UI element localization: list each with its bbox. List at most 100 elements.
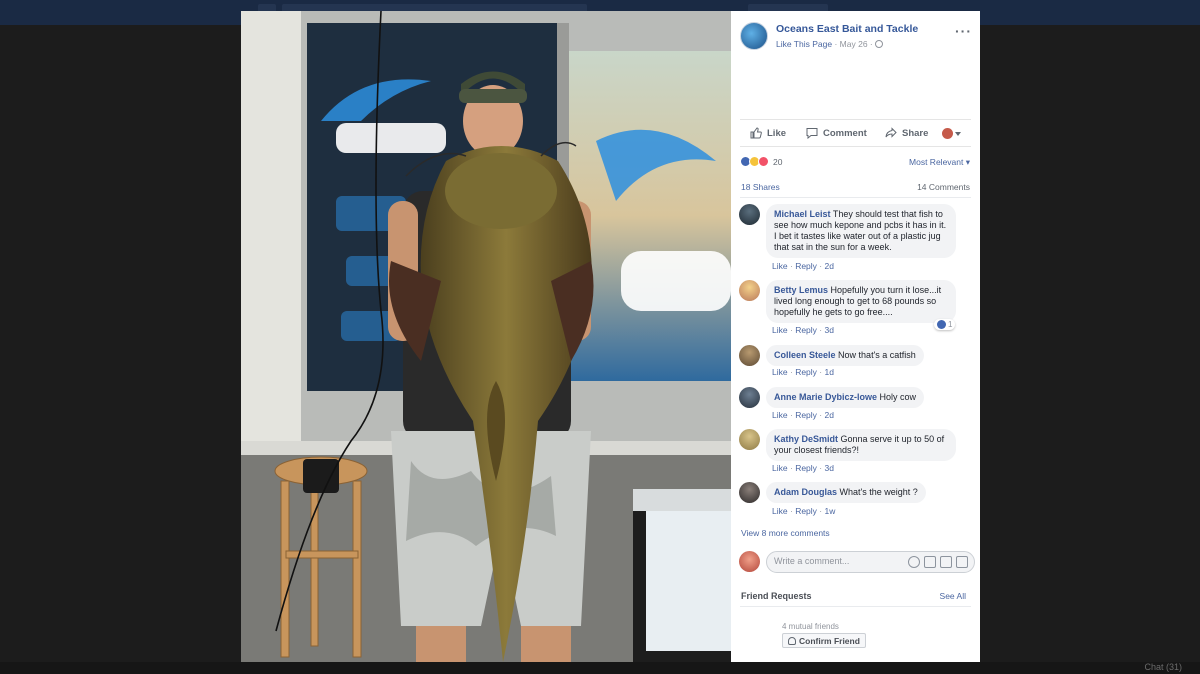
emoji-icon[interactable] [908, 556, 920, 568]
comment-item: Kathy DeSmidt Gonna serve it up to 50 of… [739, 429, 971, 477]
comment-reply-link[interactable]: Reply [795, 367, 817, 377]
commenter-name[interactable]: Michael Leist [774, 209, 831, 219]
comment-actions: Like · Reply · 3d [772, 463, 834, 473]
share-button-label: Share [902, 127, 929, 139]
comment-actions: Like · Reply · 1d [772, 367, 834, 377]
friend-requests-title: Friend Requests [741, 591, 812, 601]
post-side-panel: Oceans East Bait and Tackle Like This Pa… [731, 11, 980, 662]
like-button-label: Like [767, 127, 787, 139]
comment-tools [908, 556, 968, 568]
comment-like-link[interactable]: Like [772, 325, 788, 335]
comment-bubble: Colleen Steele Now that's a catfish [766, 345, 924, 366]
commenter-avatar[interactable] [739, 429, 760, 450]
comment-like-link[interactable]: Like [772, 410, 788, 420]
commenter-avatar[interactable] [739, 280, 760, 301]
comment-text: Now that's a catfish [838, 350, 916, 360]
thumbs-up-icon [750, 127, 762, 139]
comment-like-link[interactable]: Like [772, 463, 788, 473]
view-more-comments-link[interactable]: View 8 more comments [741, 528, 830, 538]
comment-item: Adam Douglas What's the weight ? Like · … [739, 482, 971, 518]
comment-item: Betty Lemus Hopefully you turn it lose..… [739, 280, 971, 338]
comment-like-count: 1 [948, 320, 953, 329]
comment-like-link[interactable]: Like [772, 261, 788, 271]
page-reaction-icon [942, 128, 953, 139]
commenter-name[interactable]: Betty Lemus [774, 285, 828, 295]
share-button[interactable]: Share [885, 127, 928, 139]
comment-actions: Like · Reply · 2d [772, 261, 834, 271]
like-button[interactable]: Like [750, 127, 786, 139]
comment-actions: Like · Reply · 3d [772, 325, 834, 335]
post-date[interactable]: May 26 [840, 39, 868, 49]
comment-input[interactable] [774, 556, 894, 566]
shares-link[interactable]: 18 Shares [741, 182, 780, 192]
comment-bubble: Michael Leist They should test that fish… [766, 204, 956, 258]
more-options-button[interactable]: ··· [955, 23, 972, 39]
comment-time[interactable]: 1w [825, 506, 836, 516]
sort-comments-dropdown[interactable]: Most Relevant ▾ [909, 157, 970, 168]
comments-count[interactable]: 14 Comments [917, 182, 970, 192]
comment-bubble-icon [806, 128, 818, 139]
gif-icon[interactable] [940, 556, 952, 568]
comment-bubble: Betty Lemus Hopefully you turn it lose..… [766, 280, 956, 323]
see-all-link[interactable]: See All [940, 591, 966, 601]
comment-item: Michael Leist They should test that fish… [739, 204, 971, 274]
add-friend-icon [788, 636, 796, 645]
comment-time[interactable]: 3d [825, 325, 834, 335]
comment-actions: Like · Reply · 2d [772, 410, 834, 420]
camera-icon[interactable] [924, 556, 936, 568]
post-header: Oceans East Bait and Tackle Like This Pa… [740, 21, 972, 55]
comment-bubble: Anne Marie Dybicz-lowe Holy cow [766, 387, 925, 408]
divider [740, 606, 971, 607]
love-reaction-icon [758, 156, 769, 167]
comment-like-link[interactable]: Like [772, 367, 788, 377]
comment-bubble: Kathy DeSmidt Gonna serve it up to 50 of… [766, 429, 956, 461]
chat-sidebar-label[interactable]: Chat (31) [1144, 662, 1182, 672]
comment-item: Anne Marie Dybicz-lowe Holy cow Like · R… [739, 387, 971, 422]
divider [740, 197, 971, 198]
commenter-name[interactable]: Kathy DeSmidt [774, 434, 838, 444]
commenter-name[interactable]: Adam Douglas [774, 487, 837, 497]
comment-time[interactable]: 1d [825, 367, 834, 377]
comment-reply-link[interactable]: Reply [795, 463, 817, 473]
comment-text: Holy cow [879, 392, 917, 402]
comment-like-link[interactable]: Like [772, 506, 788, 516]
comment-time[interactable]: 3d [825, 463, 834, 473]
comment-reply-link[interactable]: Reply [795, 410, 817, 420]
comment-time[interactable]: 2d [825, 410, 834, 420]
commenter-avatar[interactable] [739, 345, 760, 366]
comment-input-wrapper [766, 551, 975, 573]
comment-text: What's the weight ? [839, 487, 918, 497]
comment-reply-link[interactable]: Reply [795, 325, 817, 335]
commenter-avatar[interactable] [739, 387, 760, 408]
write-comment-box [739, 550, 975, 574]
reactions-summary[interactable]: 20 [740, 156, 782, 167]
reaction-picker[interactable] [942, 128, 961, 139]
commenter-name[interactable]: Anne Marie Dybicz-lowe [774, 392, 877, 402]
chevron-down-icon [955, 131, 961, 136]
comment-reply-link[interactable]: Reply [795, 261, 817, 271]
comment-actions: Like · Reply · 1w [772, 506, 836, 516]
confirm-friend-label: Confirm Friend [799, 635, 860, 646]
post-photo[interactable] [241, 11, 731, 662]
current-user-avatar [739, 551, 760, 572]
page-avatar[interactable] [740, 22, 768, 50]
comment-bubble: Adam Douglas What's the weight ? [766, 482, 926, 503]
commenter-avatar[interactable] [739, 482, 760, 503]
confirm-friend-button[interactable]: Confirm Friend [782, 633, 866, 648]
comment-like-badge[interactable]: 1 [934, 319, 956, 330]
subline-separator-2: · [869, 39, 873, 49]
commenter-avatar[interactable] [739, 204, 760, 225]
mutual-friends-text[interactable]: 4 mutual friends [782, 622, 839, 631]
background-bottom-strip [0, 662, 1200, 674]
commenter-name[interactable]: Colleen Steele [774, 350, 836, 360]
page-name-link[interactable]: Oceans East Bait and Tackle [776, 23, 918, 35]
subline-separator: · [834, 39, 838, 49]
comment-item: Colleen Steele Now that's a catfish Like… [739, 345, 971, 380]
comment-reply-link[interactable]: Reply [795, 506, 817, 516]
sticker-icon[interactable] [956, 556, 968, 568]
share-arrow-icon [885, 127, 897, 138]
comment-button[interactable]: Comment [806, 127, 867, 139]
comment-time[interactable]: 2d [825, 261, 834, 271]
like-reaction-icon [937, 320, 946, 329]
like-page-link[interactable]: Like This Page [776, 39, 832, 49]
